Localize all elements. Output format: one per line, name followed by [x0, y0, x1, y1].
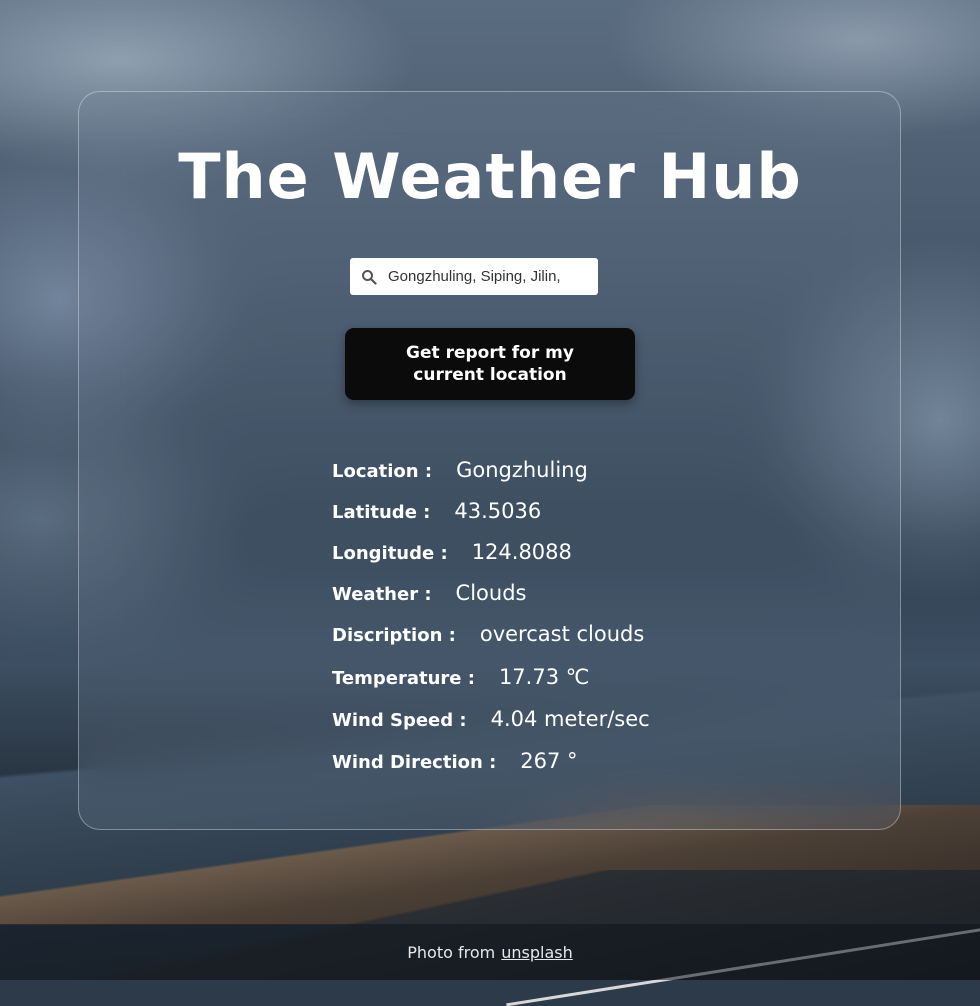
report-label: Weather :	[332, 584, 432, 605]
report-row-latitude: Latitude : 43.5036	[332, 499, 541, 523]
report-label: Longitude :	[332, 543, 448, 564]
report-row-location: Location : Gongzhuling	[332, 458, 588, 482]
report-row-longitude: Longitude : 124.8088	[332, 540, 572, 564]
report-label: Discription :	[332, 625, 456, 646]
report-value: Clouds	[455, 581, 527, 605]
footer-text: Photo from	[407, 942, 496, 962]
report-label: Location :	[332, 461, 433, 482]
search-input[interactable]	[384, 268, 566, 285]
footer: Photo from unsplash	[0, 924, 980, 980]
report-row-wind-speed: Wind Speed : 4.04 meter/sec	[332, 707, 650, 731]
current-location-button[interactable]: Get report for my current location	[345, 328, 635, 400]
report-value: 4.04 meter/sec	[490, 707, 650, 731]
report-label: Wind Speed :	[332, 710, 467, 731]
report-value: 43.5036	[454, 499, 542, 523]
report-value: 124.8088	[471, 540, 572, 564]
report-row-wind-direction: Wind Direction : 267 °	[332, 749, 578, 773]
report-value: 267 °	[520, 749, 578, 773]
report-value: Gongzhuling	[456, 458, 588, 482]
report-label: Temperature :	[332, 668, 475, 689]
report-value: overcast clouds	[479, 622, 645, 646]
search-icon	[354, 258, 384, 295]
report-value: 17.73 ℃	[498, 665, 590, 689]
page-title: The Weather Hub	[178, 140, 802, 213]
unsplash-link[interactable]: unsplash	[501, 943, 573, 962]
report-row-weather: Weather : Clouds	[332, 581, 526, 605]
search-box[interactable]	[350, 258, 598, 295]
report-label: Wind Direction :	[332, 752, 497, 773]
report-label: Latitude :	[332, 502, 431, 523]
report-row-temperature: Temperature : 17.73 ℃	[332, 665, 589, 689]
report-row-description: Discription : overcast clouds	[332, 622, 644, 646]
